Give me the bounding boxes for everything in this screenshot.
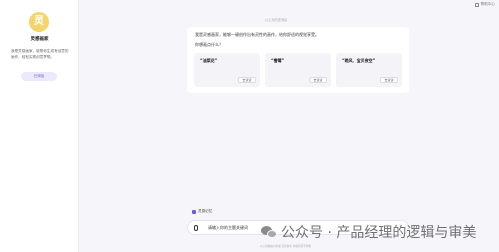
added-button[interactable]: 已添加 <box>21 72 57 81</box>
wechat-icon <box>261 225 277 239</box>
history-divider: 以上为历史消息 <box>264 18 288 22</box>
assistant-question: 你想画点什么？ <box>195 42 223 47</box>
help-center-link[interactable]: 帮助中心 <box>474 2 495 7</box>
suggestion-title: “油菜花” <box>200 58 218 63</box>
suggestion-title: “雪莓” <box>271 58 285 63</box>
suggestion-card[interactable]: “油菜花” 去试试 <box>194 53 260 87</box>
assistant-message-card: 我是灵感画家，能够一键创作出有灵性的画作，给你舒适的视觉享受。 你想画点什么？ … <box>187 27 409 93</box>
prompt-input[interactable]: 请输入你的主题关键词 <box>208 225 248 231</box>
suggestion-card[interactable]: “雪莓” 去试试 <box>265 53 331 87</box>
help-label: 帮助中心 <box>480 2 495 6</box>
memory-label: 灵感记忆 <box>198 209 213 213</box>
memory-icon <box>192 209 196 214</box>
microphone-icon[interactable] <box>194 225 198 231</box>
try-button[interactable]: 去试试 <box>380 77 398 83</box>
agent-name: 灵感画家 <box>30 37 49 42</box>
watermark: 公众号 · 产品经理的逻辑与审美 <box>261 222 476 242</box>
help-icon <box>474 2 479 7</box>
sidebar: 灵 灵感画家 我是灵感画家，能帮你生成有创意的画作，轻松实现创意梦想。 已添加 <box>0 0 79 252</box>
try-button[interactable]: 去试试 <box>309 77 327 83</box>
suggestion-card[interactable]: “晚风、宝贝夜空” 去试试 <box>336 53 402 87</box>
suggestion-title: “晚风、宝贝夜空” <box>342 58 376 63</box>
footer-disclaimer: 以上内容由AI生成 仅供参考 内容可能不准确 <box>260 245 311 248</box>
watermark-text: 公众号 · 产品经理的逻辑与审美 <box>281 225 477 241</box>
agent-avatar: 灵 <box>29 12 49 32</box>
agent-description: 我是灵感画家，能帮你生成有创意的画作，轻松实现创意梦想。 <box>11 49 69 59</box>
try-button[interactable]: 去试试 <box>238 77 256 83</box>
assistant-intro-text: 我是灵感画家，能够一键创作出有灵性的画作，给你舒适的视觉享受。 <box>195 32 319 37</box>
memory-chip[interactable]: 灵感记忆 <box>192 209 212 214</box>
